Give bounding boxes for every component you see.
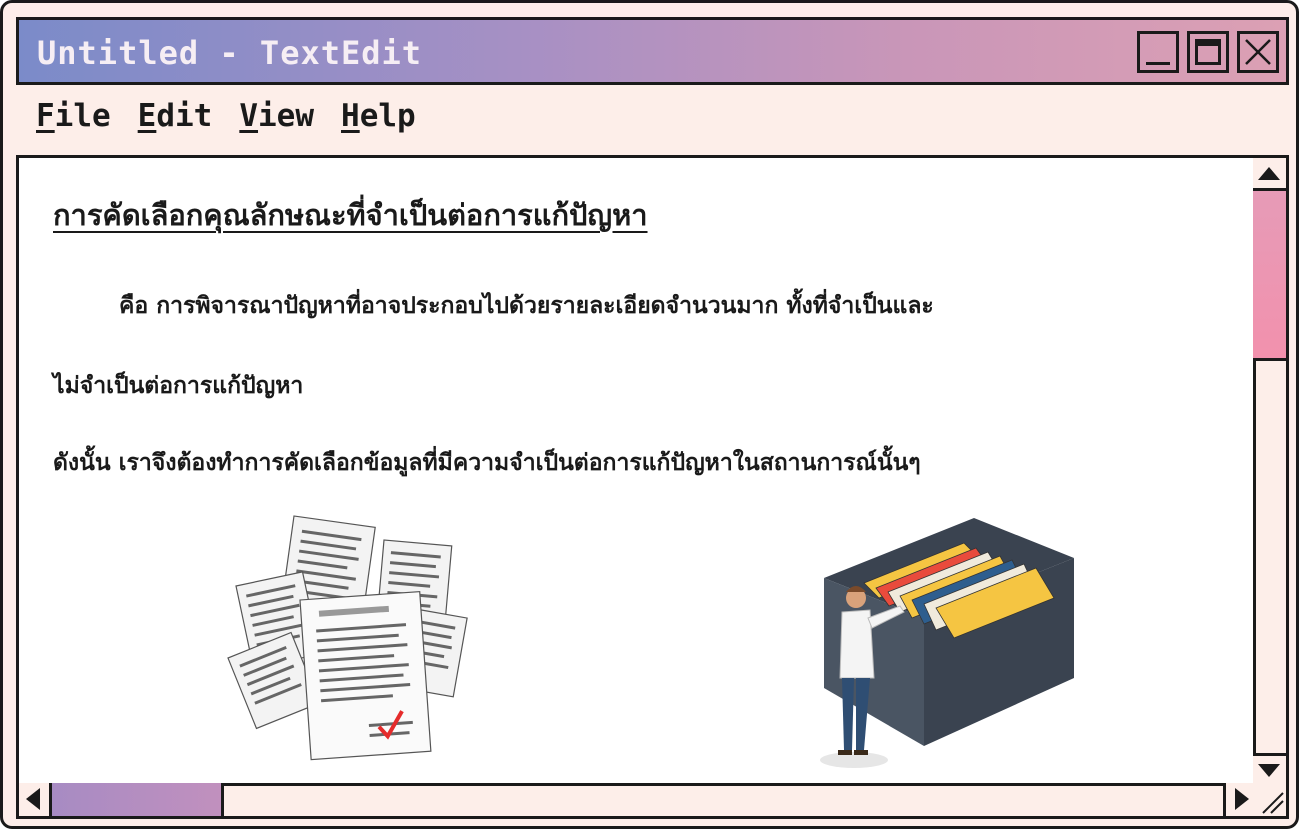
document-canvas[interactable]: การคัดเลือกคุณลักษณะที่จำเป็นต่อการแก้ปั…: [19, 158, 1256, 786]
scroll-right-icon[interactable]: [1223, 783, 1256, 816]
vertical-scrollbar[interactable]: [1253, 158, 1286, 786]
resize-grip-icon[interactable]: [1253, 783, 1286, 816]
menu-help[interactable]: Help: [341, 98, 416, 138]
scattered-documents-illustration: [227, 515, 468, 761]
scroll-down-icon[interactable]: [1253, 753, 1286, 786]
menu-edit[interactable]: Edit: [138, 98, 213, 138]
maximize-icon[interactable]: [1187, 31, 1229, 73]
paragraph-3: ดังนั้น เราจึงต้องทำการคัดเลือกข้อมูลที่…: [53, 450, 921, 476]
person-filing-cabinet-illustration: [820, 518, 1074, 768]
vertical-scroll-thumb[interactable]: [1253, 191, 1286, 361]
menu-bar: File Edit View Help: [36, 98, 416, 138]
scroll-left-icon[interactable]: [19, 783, 52, 816]
paragraph-1: คือ การพิจารณาปัญหาที่อาจประกอบไปด้วยราย…: [119, 293, 934, 319]
editor-area: การคัดเลือกคุณลักษณะที่จำเป็นต่อการแก้ปั…: [16, 155, 1289, 819]
horizontal-scroll-thumb[interactable]: [52, 783, 224, 816]
window-title: Untitled - TextEdit: [37, 34, 423, 72]
paragraph-2: ไม่จำเป็นต่อการแก้ปัญหา: [53, 373, 304, 399]
texteditor-window: Untitled - TextEdit File Edit View Help …: [0, 0, 1299, 829]
menu-view[interactable]: View: [239, 98, 314, 138]
minimize-icon[interactable]: [1137, 31, 1179, 73]
menu-file[interactable]: File: [36, 98, 111, 138]
close-icon[interactable]: [1237, 31, 1279, 73]
title-bar[interactable]: Untitled - TextEdit: [16, 17, 1289, 85]
document-heading: การคัดเลือกคุณลักษณะที่จำเป็นต่อการแก้ปั…: [53, 198, 648, 232]
scroll-up-icon[interactable]: [1253, 158, 1286, 191]
horizontal-scrollbar[interactable]: [19, 783, 1256, 816]
